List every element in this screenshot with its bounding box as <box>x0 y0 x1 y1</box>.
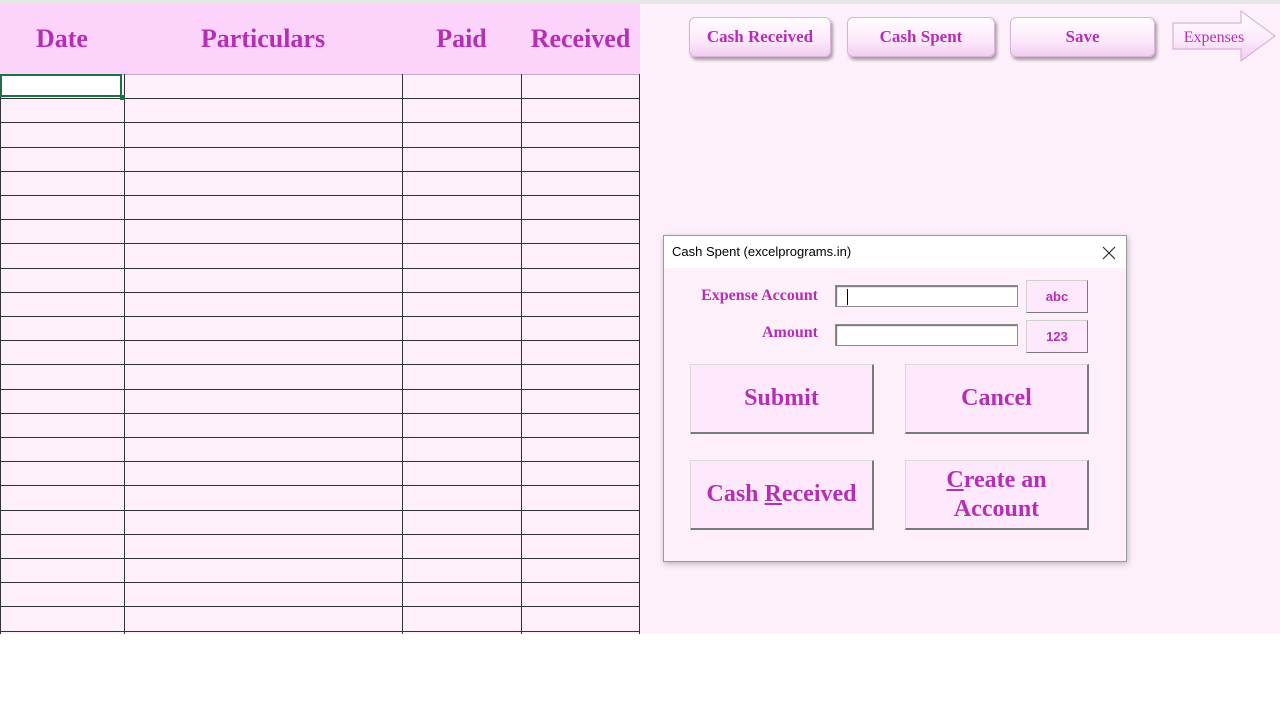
grid-row-line <box>0 171 640 172</box>
hotkey-r: R <box>764 481 782 507</box>
grid-row-line <box>0 534 640 535</box>
number-button[interactable]: 123 <box>1026 320 1088 353</box>
grid-row-line <box>0 631 640 632</box>
grid-column-line <box>639 74 640 634</box>
fill-handle[interactable] <box>120 95 125 100</box>
save-button[interactable]: Save <box>1010 17 1155 57</box>
cash-spent-button[interactable]: Cash Spent <box>847 17 995 57</box>
grid-row-line <box>0 413 640 414</box>
grid-row-line <box>0 147 640 148</box>
grid-row-line <box>0 98 640 99</box>
grid-row-line <box>0 485 640 486</box>
grid-column-line <box>402 74 403 634</box>
column-header-received: Received <box>530 24 631 53</box>
grid-column-line <box>124 74 125 634</box>
grid-row-line <box>0 219 640 220</box>
grid-column-line <box>521 74 522 634</box>
create-account-line2: Account <box>953 495 1040 522</box>
expense-account-label: Expense Account <box>701 287 818 304</box>
grid-row-line <box>0 437 640 438</box>
expenses-label[interactable]: Expenses <box>1178 28 1250 48</box>
grid-row-line <box>0 122 640 123</box>
grid-row-line <box>0 292 640 293</box>
cash-received-text: Cash Received <box>706 481 857 507</box>
close-icon[interactable] <box>1098 242 1120 264</box>
grid-row-line <box>0 606 640 607</box>
grid-row-line <box>0 558 640 559</box>
amount-label: Amount <box>761 324 818 341</box>
grid-column-line <box>0 74 1 634</box>
expense-account-input[interactable] <box>835 285 1018 307</box>
grid-row-line <box>0 364 640 365</box>
text-caret <box>847 289 848 305</box>
grid-row-line <box>0 195 640 196</box>
create-account-button[interactable]: Create an Account <box>905 460 1089 530</box>
grid-row-line <box>0 510 640 511</box>
amount-input[interactable] <box>835 324 1018 346</box>
grid-row-line <box>0 389 640 390</box>
grid-row-line <box>0 340 640 341</box>
column-header-date: Date <box>36 24 88 53</box>
active-cell[interactable] <box>0 74 122 97</box>
cancel-button[interactable]: Cancel <box>905 364 1089 434</box>
grid-row-line <box>0 268 640 269</box>
dialog-cash-received-button[interactable]: Cash Received <box>690 460 874 530</box>
create-account-line1: Create an <box>946 466 1047 493</box>
dialog-titlebar[interactable]: Cash Spent (excelprograms.in) <box>664 236 1126 268</box>
hotkey-c: C <box>946 466 964 493</box>
column-header-particulars: Particulars <box>200 24 326 53</box>
grid-row-line <box>0 316 640 317</box>
ledger-grid[interactable] <box>0 74 640 634</box>
dialog-title: Cash Spent (excelprograms.in) <box>672 244 852 259</box>
abc-button[interactable]: abc <box>1026 280 1088 313</box>
column-header-paid: Paid <box>436 24 487 53</box>
cash-received-button[interactable]: Cash Received <box>689 17 831 57</box>
create-account-text: Create an Account <box>946 466 1046 524</box>
grid-row-line <box>0 582 640 583</box>
submit-button[interactable]: Submit <box>690 364 874 434</box>
grid-row-line <box>0 461 640 462</box>
grid-row-line <box>0 243 640 244</box>
